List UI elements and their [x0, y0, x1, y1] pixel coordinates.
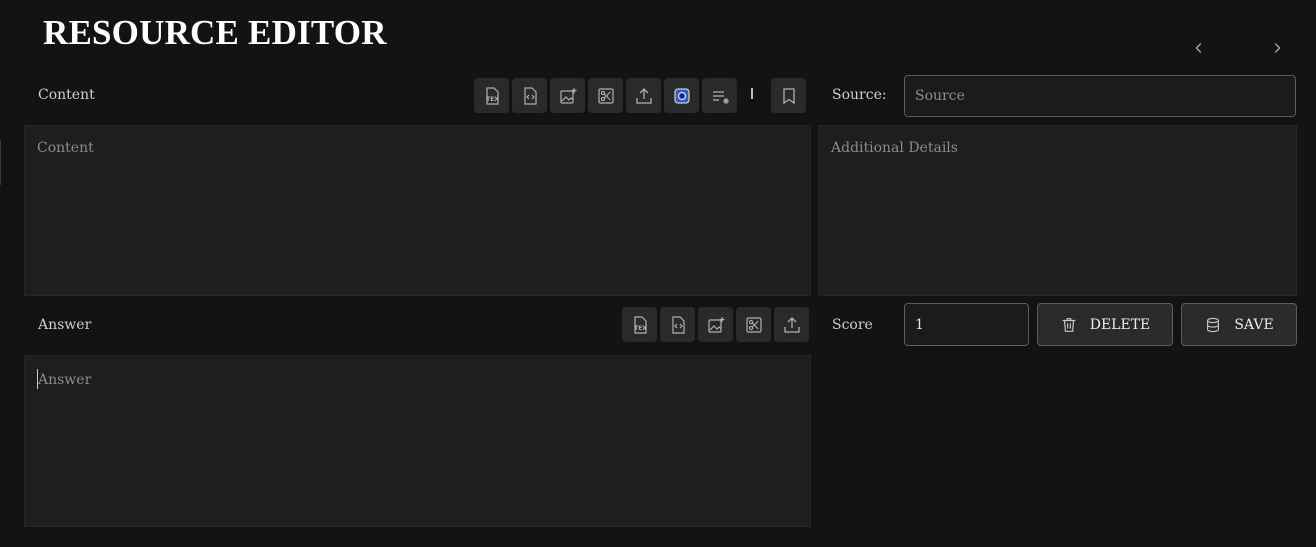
source-label: Source:: [832, 87, 887, 103]
answer-crop-button[interactable]: [736, 307, 771, 342]
details-placeholder: Additional Details: [831, 140, 958, 156]
text-caret: [37, 369, 38, 389]
chevron-right-icon: [1274, 43, 1281, 53]
score-input[interactable]: 1: [904, 303, 1029, 346]
svg-text:TEX: TEX: [634, 325, 647, 332]
crop-button[interactable]: [588, 78, 623, 113]
clear-format-icon: [712, 90, 729, 104]
answer-insert-image-button[interactable]: [698, 307, 733, 342]
source-placeholder: Source: [915, 88, 965, 104]
scissors-icon: [745, 316, 762, 333]
image-add-icon: [707, 316, 724, 333]
save-label: SAVE: [1234, 316, 1274, 333]
content-toolbar-end: [771, 78, 806, 113]
page-title: RESOURCE EDITOR: [43, 13, 387, 52]
clear-format-button[interactable]: [702, 78, 737, 113]
content-textarea[interactable]: Content: [24, 125, 811, 296]
left-edge-line: [0, 140, 1, 185]
trash-icon: [1062, 317, 1076, 332]
answer-toolbar: TEX: [622, 307, 809, 342]
answer-insert-tex-button[interactable]: TEX: [622, 307, 657, 342]
details-textarea[interactable]: Additional Details: [818, 125, 1297, 296]
code-file-icon: [523, 86, 537, 105]
delete-label: DELETE: [1089, 316, 1151, 333]
bookmark-icon: [782, 87, 795, 104]
photo-button[interactable]: [664, 78, 699, 113]
tex-file-icon: TEX: [634, 315, 647, 334]
answer-placeholder: Answer: [38, 372, 92, 388]
answer-label: Answer: [38, 317, 92, 333]
svg-text:TEX: TEX: [486, 96, 499, 103]
answer-upload-button[interactable]: [774, 307, 809, 342]
chevron-left-icon: [1195, 43, 1202, 53]
score-value: 1: [915, 316, 924, 333]
code-file-icon: [671, 315, 685, 334]
answer-insert-code-button[interactable]: [660, 307, 695, 342]
upload-button[interactable]: [626, 78, 661, 113]
score-label: Score: [832, 317, 873, 333]
content-label: Content: [38, 87, 95, 103]
content-toolbar: TEX: [474, 78, 737, 113]
bookmark-button[interactable]: [771, 78, 806, 113]
toolbar-divider: [751, 88, 753, 99]
prev-button[interactable]: [1187, 36, 1211, 60]
insert-tex-button[interactable]: TEX: [474, 78, 509, 113]
source-input[interactable]: Source: [904, 75, 1296, 117]
scissors-icon: [597, 87, 614, 104]
next-button[interactable]: [1265, 36, 1289, 60]
insert-code-button[interactable]: [512, 78, 547, 113]
image-add-icon: [559, 87, 576, 104]
save-button[interactable]: SAVE: [1181, 303, 1297, 346]
upload-icon: [635, 87, 652, 104]
database-icon: [1207, 317, 1220, 332]
insert-image-button[interactable]: [550, 78, 585, 113]
content-placeholder: Content: [37, 140, 94, 156]
upload-icon: [783, 316, 800, 333]
delete-button[interactable]: DELETE: [1037, 303, 1173, 346]
tex-file-icon: TEX: [486, 86, 499, 105]
photo-blue-icon: [673, 87, 690, 104]
answer-textarea[interactable]: Answer: [24, 355, 811, 527]
